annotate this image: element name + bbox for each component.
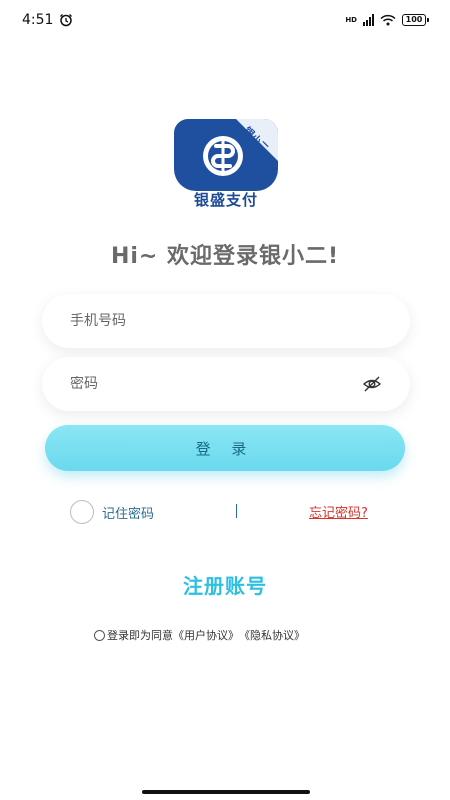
remember-checkbox[interactable] <box>70 500 94 524</box>
password-input[interactable] <box>70 376 362 392</box>
privacy-agreement-link[interactable]: 《隐私协议》 <box>239 627 305 643</box>
forgot-password-link[interactable]: 忘记密码? <box>309 502 368 521</box>
status-bar: 4:51 HD 100 <box>0 0 450 40</box>
network-type-label: HD <box>345 15 357 24</box>
status-right: HD 100 <box>345 14 429 26</box>
welcome-title: Hi~ 欢迎登录银小二! <box>110 244 340 269</box>
home-indicator[interactable] <box>142 790 310 794</box>
battery-level: 100 <box>405 15 423 24</box>
phone-input[interactable] <box>70 313 382 329</box>
agreement: 登录即为同意 《用户协议》 《隐私协议》 <box>94 627 305 643</box>
agreement-checkbox[interactable] <box>94 629 105 641</box>
logo-badge: 银小二 <box>174 119 278 191</box>
eye-off-icon[interactable] <box>362 374 382 394</box>
password-field-container <box>42 357 410 411</box>
remember-password[interactable]: 记住密码 <box>70 500 154 524</box>
logo-emblem-icon <box>203 119 278 176</box>
status-time: 4:51 <box>22 12 54 28</box>
phone-field-container <box>42 294 410 348</box>
user-agreement-link[interactable]: 《用户协议》 <box>173 627 239 643</box>
logo-text: 银盛支付 <box>193 191 258 209</box>
wifi-icon <box>380 14 396 26</box>
remember-label: 记住密码 <box>102 506 155 522</box>
agreement-prefix: 登录即为同意 <box>107 629 173 642</box>
status-left: 4:51 <box>22 12 73 28</box>
alarm-icon <box>60 14 73 27</box>
signal-icon <box>363 14 374 26</box>
register-link[interactable]: 注册账号 <box>0 570 450 599</box>
battery-icon: 100 <box>402 14 429 26</box>
divider <box>236 504 237 518</box>
login-button[interactable]: 登 录 <box>45 425 405 471</box>
app-logo: 银小二 银盛支付 <box>174 119 278 211</box>
